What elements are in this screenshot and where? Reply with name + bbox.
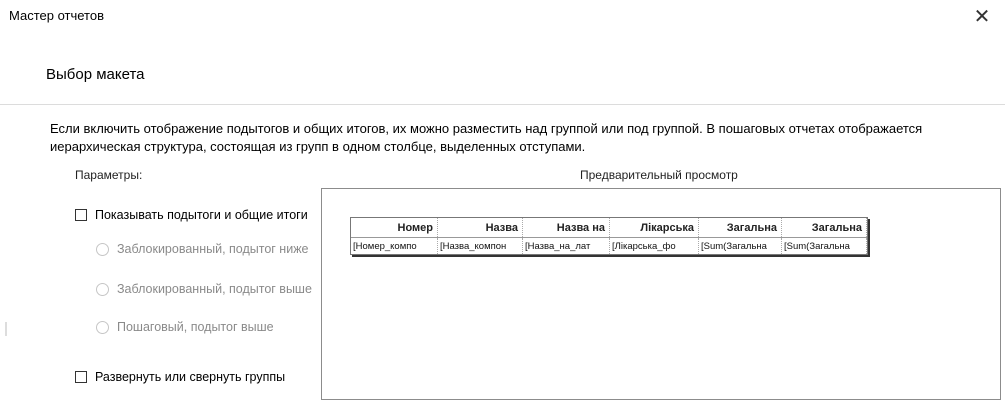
- column-header: Загальна: [781, 218, 867, 238]
- divider: [5, 322, 7, 336]
- title-bar: Мастер отчетов ✕: [0, 0, 1005, 32]
- radio-stepped-subtotal-above[interactable]: Пошаговый, подытог выше: [96, 320, 274, 334]
- radio-label: Пошаговый, подытог выше: [117, 320, 274, 334]
- radio-blocked-subtotal-above[interactable]: Заблокированный, подытог выше: [96, 282, 312, 296]
- table-row: [Номер_компо [Назва_компон [Назва_на_лат…: [351, 237, 867, 254]
- column-header: Загальна: [698, 218, 782, 238]
- table-header-row: Номер Назва Назва на Лікарська Загальна …: [351, 218, 867, 238]
- expand-groups-label: Развернуть или свернуть группы: [95, 370, 286, 384]
- params-label: Параметры:: [75, 168, 143, 182]
- show-totals-checkbox[interactable]: Показывать подытоги и общие итоги: [75, 208, 308, 222]
- close-icon[interactable]: ✕: [959, 0, 1005, 32]
- table-cell: [Назва_компон: [437, 237, 523, 254]
- radio-blocked-subtotal-below[interactable]: Заблокированный, подытог ниже: [96, 242, 309, 256]
- show-totals-label: Показывать подытоги и общие итоги: [95, 208, 308, 222]
- checkbox-box[interactable]: [75, 371, 87, 383]
- column-header: Назва: [437, 218, 523, 238]
- expand-groups-checkbox[interactable]: Развернуть или свернуть группы: [75, 370, 285, 384]
- description-text: Если включить отображение подытогов и об…: [50, 121, 923, 154]
- radio-circle[interactable]: [96, 320, 109, 334]
- preview-label: Предварительный просмотр: [580, 168, 738, 182]
- radio-label: Заблокированный, подытог выше: [117, 282, 312, 296]
- radio-circle[interactable]: [96, 242, 109, 256]
- table-cell: [Лікарська_фо: [609, 237, 699, 254]
- radio-circle[interactable]: [96, 282, 109, 296]
- table-cell: [Sum(Загальна: [698, 237, 782, 254]
- radio-label: Заблокированный, подытог ниже: [117, 242, 309, 256]
- wizard-header: [0, 32, 1005, 105]
- checkbox-box[interactable]: [75, 209, 87, 221]
- preview-table: Номер Назва Назва на Лікарська Загальна …: [350, 217, 868, 255]
- column-header: Номер: [351, 218, 438, 238]
- section-title: Выбор макета: [46, 66, 145, 83]
- table-cell: [Sum(Загальна: [781, 237, 867, 254]
- column-header: Лікарська: [609, 218, 699, 238]
- window-title: Мастер отчетов: [9, 8, 104, 23]
- table-cell: [Номер_компо: [351, 237, 438, 254]
- column-header: Назва на: [522, 218, 610, 238]
- table-cell: [Назва_на_лат: [522, 237, 610, 254]
